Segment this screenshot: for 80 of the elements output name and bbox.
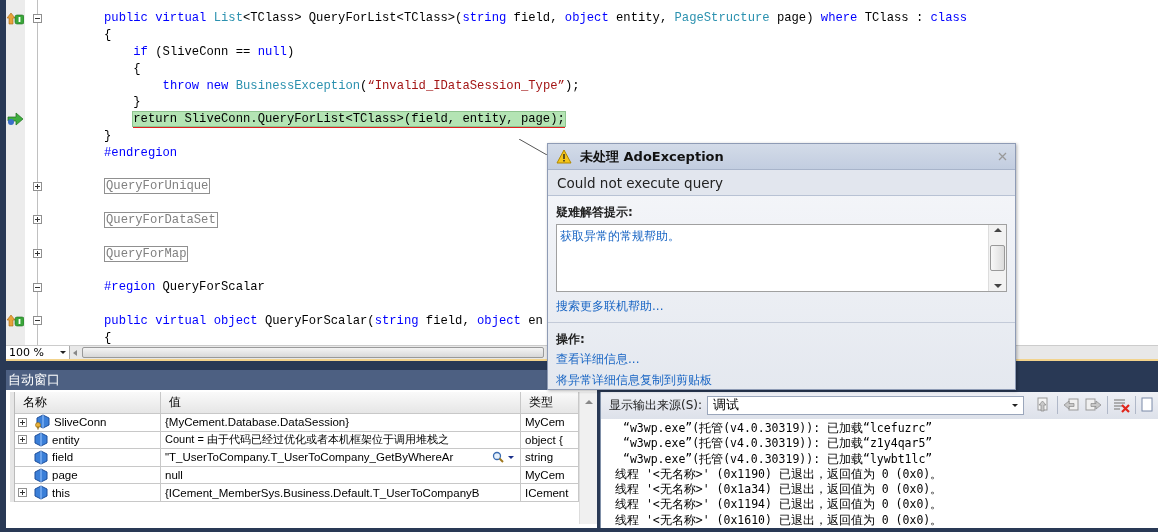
scrollbar-thumb[interactable] [990, 245, 1005, 271]
code-line: throw new BusinessException(“Invalid_IDataSession_Type”); [162, 78, 580, 93]
column-header[interactable]: 名称 [15, 392, 161, 414]
variable-type: MyCem [525, 416, 565, 429]
warning-icon [556, 149, 572, 164]
collapsed-region[interactable]: QueryForMap [104, 245, 189, 262]
output-line: 线程 '<无名称>' (0x1190) 已退出，返回值为 0 (0x0)。 [615, 466, 943, 483]
search-online-link[interactable]: 搜索更多联机帮助... [556, 298, 664, 315]
collapsed-region[interactable]: QueryForDataSet [104, 211, 218, 228]
code-line: } [133, 95, 141, 110]
collapse-icon[interactable] [33, 282, 42, 292]
section-heading: 疑难解答提示: [556, 204, 634, 221]
magnifier-icon[interactable] [492, 451, 504, 464]
expand-icon[interactable] [18, 417, 27, 427]
variable-icon [34, 485, 48, 501]
variable-value: "T_UserToCompany.T_UserToCompany_GetByWhereAr [165, 451, 455, 464]
output-line: “w3wp.exe”(托管(v4.0.30319)): 已加载“lywbt1lc” [623, 451, 933, 467]
scroll-down-icon[interactable] [993, 284, 1002, 288]
zoom-dropdown[interactable]: 100 % [6, 346, 70, 359]
variable-type: ICement [525, 486, 569, 499]
popup-title: 未处理 AdoException [580, 147, 725, 166]
locked-field-icon [34, 414, 50, 431]
output-line: “w3wp.exe”(托管(v4.0.30319)): 已加载“lcefuzrc” [623, 420, 933, 437]
current-statement: return SliveConn.QueryForList<TClass>(field, entity, page); [133, 112, 565, 127]
expand-icon[interactable] [33, 181, 42, 191]
variable-name: page [52, 469, 78, 482]
output-source-label: 显示输出来源(S): [609, 396, 703, 414]
scrollbar-thumb[interactable] [82, 347, 544, 358]
expand-icon[interactable] [33, 249, 42, 259]
variable-type: object { [525, 433, 563, 446]
code-line: #endregion [104, 145, 178, 160]
code-line: public virtual List<TClass> QueryForList<TClass>(string field, object entity, PageStructure page) where TClass : class [104, 11, 968, 26]
output-line: 线程 '<无名称>' (0x1610) 已退出，返回值为 0 (0x0)。 [615, 512, 943, 528]
action-link[interactable]: 查看详细信息... [556, 351, 640, 368]
collapsed-region[interactable]: QueryForUnique [104, 178, 211, 195]
expand-icon[interactable] [18, 435, 27, 445]
variable-value: null [165, 469, 184, 482]
output-line: “w3wp.exe”(托管(v4.0.30319)): 已加载“z1y4qar5” [623, 436, 933, 452]
variable-value: {MyCement.Database.DataSession} [165, 416, 351, 429]
variable-type: string [525, 451, 554, 464]
action-link[interactable]: 将异常详细信息复制到剪贴板 [556, 372, 712, 389]
collapse-icon[interactable] [33, 316, 42, 326]
expand-icon[interactable] [33, 215, 42, 225]
output-source-dropdown[interactable]: 调试 [707, 395, 1024, 415]
leader-line [519, 139, 547, 155]
section-heading: 操作: [556, 331, 586, 348]
caret-icon [60, 351, 66, 354]
code-line: public virtual object QueryForScalar(string field, object en [104, 313, 543, 328]
clear-all-icon[interactable] [1113, 397, 1130, 414]
variable-value: Count = 由于代码已经过优化或者本机框架位于调用堆栈之 [165, 432, 450, 448]
code-line: #region QueryForScalar [104, 280, 265, 295]
caret-icon [1012, 403, 1018, 407]
tip-link[interactable]: 获取异常的常规帮助。 [560, 228, 680, 245]
variable-value: {ICement_MemberSys.Business.Default.T_UserToCompanyB [165, 486, 481, 499]
variable-name: SliveConn [54, 416, 107, 429]
caret-icon[interactable] [508, 456, 514, 459]
collapse-icon[interactable] [33, 13, 42, 23]
variable-icon [34, 450, 48, 465]
code-line: { [133, 61, 141, 76]
column-header[interactable]: 类型 [521, 392, 579, 414]
output-line: 线程 '<无名称>' (0x1a34) 已退出，返回值为 0 (0x0)。 [615, 482, 943, 498]
variable-type: MyCem [525, 469, 565, 482]
expand-icon[interactable] [18, 488, 27, 498]
variable-icon [34, 467, 48, 483]
current-line-arrow-icon [7, 112, 24, 127]
code-line: if (SliveConn == null) [133, 45, 295, 59]
scroll-up-icon[interactable] [993, 228, 1002, 232]
output-line: 线程 '<无名称>' (0x1194) 已退出，返回值为 0 (0x0)。 [615, 497, 943, 513]
code-line: { [104, 28, 112, 43]
panel-title: 自动窗口 [7, 371, 60, 389]
variable-name: field [52, 451, 74, 464]
variable-name: entity [52, 433, 80, 446]
variable-name: this [52, 486, 70, 499]
exception-message: Could not execute query [548, 170, 1015, 196]
code-line: } [104, 128, 112, 143]
column-header[interactable]: 值 [161, 392, 521, 414]
close-icon [998, 152, 1007, 161]
scroll-left-icon[interactable] [72, 349, 78, 356]
variable-icon [34, 432, 48, 448]
code-line: { [104, 330, 112, 345]
